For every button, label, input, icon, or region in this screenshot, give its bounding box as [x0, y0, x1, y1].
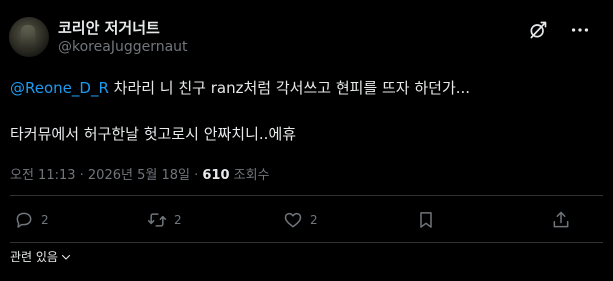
tweet-text-line-2: 타커뮤에서 허구한날 헛고로시 안짜치니..에휴 [10, 125, 297, 143]
like-button[interactable]: 2 [283, 210, 318, 230]
like-count: 2 [310, 213, 318, 227]
author-name[interactable]: 코리안 저거너트 [58, 17, 160, 38]
reply-button[interactable]: 2 [14, 210, 49, 230]
chevron-down-icon [61, 254, 71, 260]
more-icon[interactable] [569, 19, 591, 41]
avatar[interactable] [9, 17, 49, 57]
author-handle[interactable]: @koreaJuggernaut [58, 39, 188, 55]
retweet-button[interactable]: 2 [147, 210, 182, 230]
mention-link[interactable]: @Reone_D_R [10, 79, 109, 97]
bookmark-icon [420, 212, 432, 228]
divider [10, 195, 603, 196]
grok-icon[interactable] [528, 20, 548, 40]
reply-icon [16, 212, 32, 228]
views-count: 610 [202, 168, 230, 183]
tweet-meta: 오전 11:13 · 2026년 5월 18일 · 610 조회수 [10, 164, 270, 183]
bookmark-button[interactable] [416, 210, 436, 230]
retweet-count: 2 [174, 213, 182, 227]
related-dropdown[interactable]: 관련 있음 [10, 248, 72, 265]
like-icon [284, 212, 302, 228]
share-icon [553, 211, 569, 228]
tweet-text-line-1: @Reone_D_R 차라리 니 친구 ranz처럼 각서쓰고 현피를 뜨자 하… [10, 77, 470, 98]
action-bar: 2 2 2 [0, 210, 613, 236]
divider [10, 242, 603, 243]
tweet-text: 차라리 니 친구 ranz처럼 각서쓰고 현피를 뜨자 하던가... [108, 79, 471, 97]
reply-count: 2 [41, 213, 49, 227]
views-label: 조회수 [229, 168, 270, 183]
share-button[interactable] [551, 210, 571, 230]
timestamp[interactable]: 오전 11:13 · 2026년 5월 18일 · [10, 168, 202, 183]
retweet-icon [147, 213, 167, 227]
related-label: 관련 있음 [10, 250, 58, 264]
tweet: 코리안 저거너트 @koreaJuggernaut @Reone_D_R 차라리… [0, 0, 613, 281]
